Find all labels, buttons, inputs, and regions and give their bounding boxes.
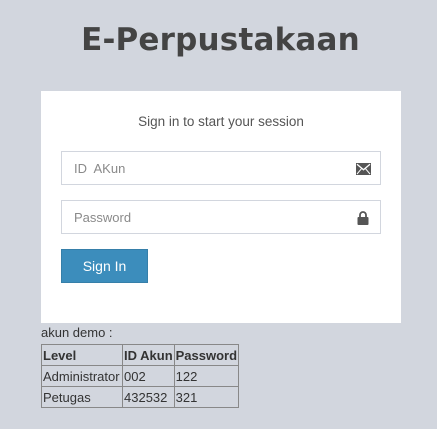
lock-icon bbox=[355, 210, 371, 226]
login-box: Sign in to start your session Sign In bbox=[41, 91, 401, 323]
envelope-icon bbox=[355, 161, 371, 177]
table-header-row: Level ID Akun Password bbox=[41, 344, 240, 366]
cell-password: 321 bbox=[173, 386, 240, 408]
sign-in-button[interactable]: Sign In bbox=[61, 249, 148, 283]
cell-level: Petugas bbox=[41, 386, 123, 408]
cell-id-akun: 432532 bbox=[122, 386, 175, 408]
cell-level: Administrator bbox=[41, 365, 123, 387]
password-field bbox=[61, 200, 381, 234]
cell-id-akun: 002 bbox=[122, 365, 175, 387]
id-akun-field bbox=[61, 151, 381, 185]
app-title: E-Perpustakaan bbox=[81, 22, 360, 58]
table-row: Administrator 002 122 bbox=[41, 365, 240, 387]
header-id-akun: ID Akun bbox=[122, 344, 175, 366]
table-row: Petugas 432532 321 bbox=[41, 386, 240, 408]
cell-password: 122 bbox=[173, 365, 240, 387]
demo-accounts-table: Level ID Akun Password Administrator 002… bbox=[41, 344, 240, 408]
id-akun-input[interactable] bbox=[62, 152, 380, 184]
header-password: Password bbox=[173, 344, 240, 366]
header-level: Level bbox=[41, 344, 123, 366]
login-message: Sign in to start your session bbox=[138, 114, 304, 129]
password-input[interactable] bbox=[62, 201, 380, 233]
demo-accounts-label: akun demo : bbox=[41, 325, 113, 340]
